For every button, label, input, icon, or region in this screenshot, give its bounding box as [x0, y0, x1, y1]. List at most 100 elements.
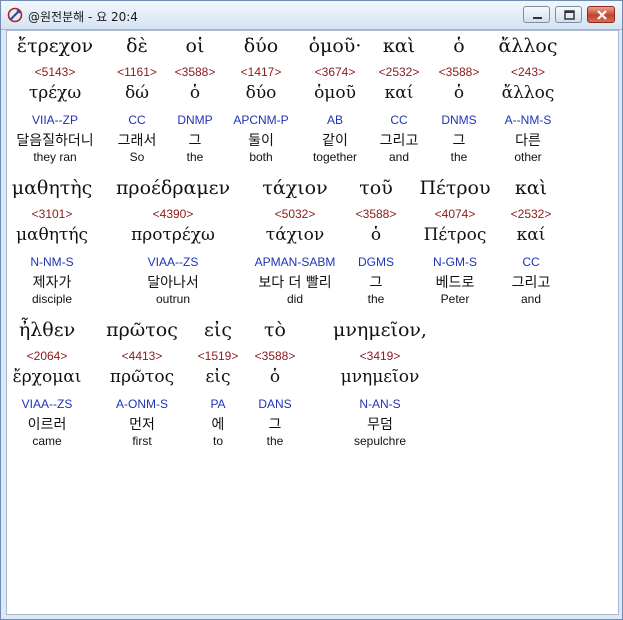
english-gloss: together [312, 150, 358, 164]
parsing-code: VIAA--ZS [147, 255, 199, 269]
greek-word: Πέτρου [419, 177, 491, 199]
strongs-number: <3588> [355, 207, 397, 221]
strongs-number: <3588> [174, 65, 216, 79]
korean-gloss: 그리고 [379, 133, 419, 149]
strongs-number: <1519> [197, 349, 239, 363]
parsing-code: A--NM-S [504, 113, 552, 127]
strongs-number: <3419> [359, 349, 401, 363]
greek-word: μαθητὴς [11, 177, 93, 199]
greek-word: ὁμοῦ· [308, 35, 362, 57]
strongs-number: <3588> [438, 65, 480, 79]
english-gloss: to [212, 434, 224, 448]
lemma: καί [516, 225, 546, 245]
lemma: ἔρχομαι [12, 367, 82, 387]
lemma: ὁ [370, 225, 382, 245]
greek-word: τάχιον [262, 177, 328, 199]
parsing-code: VIIA--ZP [31, 113, 79, 127]
english-gloss: the [367, 292, 385, 306]
greek-word: τοῦ [359, 177, 393, 199]
greek-word: οἱ [185, 35, 205, 57]
strongs-number: <4074> [434, 207, 476, 221]
english-gloss: other [514, 150, 542, 164]
close-icon [597, 10, 607, 20]
lemma: ὁ [189, 83, 201, 103]
maximize-button[interactable] [555, 6, 582, 23]
english-gloss: both [249, 150, 273, 164]
parsing-code: N-GM-S [433, 255, 477, 269]
english-gloss: Peter [440, 292, 470, 306]
parsing-code: APCNM-P [233, 113, 289, 127]
lemma: τάχιον [265, 225, 325, 245]
parsing-code: VIAA--ZS [21, 397, 73, 411]
korean-gloss: 그 [268, 417, 282, 433]
strongs-number: <3588> [254, 349, 296, 363]
minimize-button[interactable] [523, 6, 550, 23]
lemma: Πέτρος [423, 225, 487, 245]
strongs-number: <1161> [117, 65, 157, 79]
english-gloss: the [450, 150, 468, 164]
strongs-number: <5032> [274, 207, 316, 221]
lemma: ὁ [269, 367, 281, 387]
strongs-number: <5143> [34, 65, 76, 79]
korean-gloss: 둘이 [248, 133, 274, 149]
parsing-code: DNMS [441, 113, 477, 127]
lemma: δύο [245, 83, 277, 103]
parsing-code: CC [390, 113, 408, 127]
lemma: τρέχω [28, 83, 82, 103]
parsing-code: N-AN-S [359, 397, 401, 411]
korean-gloss: 이르러 [27, 417, 67, 433]
lemma: προτρέχω [131, 225, 215, 245]
lemma: ἄλλος [501, 83, 555, 103]
greek-word: πρῶτος [106, 319, 178, 341]
english-gloss: first [132, 434, 152, 448]
greek-word: καὶ [382, 35, 416, 57]
strongs-number: <2532> [510, 207, 552, 221]
english-gloss: and [520, 292, 542, 306]
greek-word: δύο [243, 35, 279, 57]
english-gloss: did [286, 292, 304, 306]
korean-gloss: 달음질하더니 [16, 133, 94, 149]
korean-gloss: 보다 더 빨리 [258, 275, 332, 291]
maximize-icon [564, 10, 575, 20]
greek-word: ἄλλος [498, 35, 558, 57]
strongs-number: <2532> [378, 65, 420, 79]
korean-gloss: 같이 [322, 133, 348, 149]
close-button[interactable] [587, 6, 615, 23]
korean-gloss: 그리고 [511, 275, 551, 291]
korean-gloss: 그 [369, 275, 383, 291]
parsing-code: CC [522, 255, 540, 269]
english-gloss: came [32, 434, 62, 448]
greek-word: ἔτρεχον [16, 35, 94, 57]
title-bar[interactable]: @원전분해 - 요 20:4 [1, 1, 622, 30]
parsing-code: N-NM-S [30, 255, 74, 269]
strongs-number: <4390> [152, 207, 194, 221]
lemma: ὁμοῦ [314, 83, 356, 103]
lemma: εἰς [205, 367, 231, 387]
greek-word: δὲ [126, 35, 148, 57]
lemma: καί [384, 83, 414, 103]
korean-gloss: 그 [188, 133, 202, 149]
korean-gloss: 제자가 [32, 275, 72, 291]
parsing-code: A-ONM-S [116, 397, 168, 411]
lemma: ὁ [453, 83, 465, 103]
greek-word: ἦλθεν [18, 319, 76, 341]
greek-word: ὁ [453, 35, 465, 57]
interlinear-panel[interactable]: ἔτρεχον <5143> τρέχω VIIA--ZP 달음질하더니 they ran… [6, 30, 619, 615]
korean-gloss: 먼저 [129, 417, 155, 433]
strongs-number: <3101> [31, 207, 73, 221]
greek-word: εἰς [204, 319, 232, 341]
parsing-code: APMAN-SABM [254, 255, 336, 269]
english-gloss: So [129, 150, 145, 164]
strongs-number: <2064> [26, 349, 68, 363]
english-gloss: they ran [33, 150, 77, 164]
korean-gloss: 무덤 [367, 417, 393, 433]
korean-gloss: 그 [452, 133, 466, 149]
lemma: μνημεῖον [340, 367, 420, 387]
korean-gloss: 베드로 [435, 275, 475, 291]
english-gloss: the [266, 434, 284, 448]
lemma: πρῶτος [109, 367, 175, 387]
english-gloss: outrun [155, 292, 191, 306]
korean-gloss: 그래서 [117, 133, 157, 149]
parsing-code: AB [326, 113, 344, 127]
greek-word: τὸ [264, 319, 286, 341]
